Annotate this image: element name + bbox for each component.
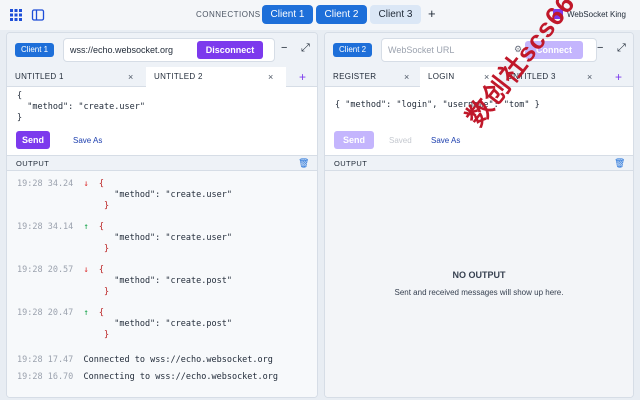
maximize-icon[interactable]: ⤢ <box>301 42 310 55</box>
trash-icon[interactable]: 🗑 <box>614 158 625 169</box>
send-button[interactable]: Send <box>16 131 50 149</box>
minimize-icon[interactable]: − <box>281 42 287 54</box>
grid-icon[interactable] <box>9 8 23 22</box>
editor-line: { <box>17 91 23 101</box>
output-label: OUTPUT <box>334 159 368 168</box>
output-log: NO OUTPUT Sent and received messages wil… <box>325 171 633 397</box>
connection-row: Client 2 WebSocket URL ⚙ Connect − ⤢ <box>325 33 633 67</box>
client-badge: Client 2 <box>333 43 373 57</box>
editor-line: "method": "create.user" <box>17 102 145 112</box>
log-message: 19:28 20.47 ↑ { "method": "create.post" … <box>17 308 232 340</box>
tab-label: LOGIN <box>428 72 455 81</box>
message-body: "method": "create.post" <box>114 276 232 286</box>
add-tab-icon[interactable]: + <box>299 70 306 84</box>
connections-label: CONNECTIONS <box>196 10 261 19</box>
save-as-link[interactable]: Save As <box>431 136 460 145</box>
status-text: Connecting to wss://echo.websocket.org <box>83 372 279 382</box>
empty-state-title: NO OUTPUT <box>452 270 506 280</box>
timestamp: 19:28 34.24 <box>17 179 74 189</box>
tab-client-1[interactable]: Client 1 <box>262 5 313 24</box>
outgoing-arrow-icon: ↑ <box>83 222 89 232</box>
saved-label: Saved <box>389 136 412 145</box>
save-as-link[interactable]: Save As <box>73 136 102 145</box>
timestamp: 19:28 16.70 <box>17 372 74 382</box>
message-body: "method": "create.user" <box>114 233 232 243</box>
client-badge: Client 1 <box>15 43 55 57</box>
message-editor[interactable]: { "method": "create.user"} <box>17 91 145 124</box>
log-message: 19:28 34.24 ↓ { "method": "create.user" … <box>17 179 232 211</box>
tab-label: UNTITLED 1 <box>15 72 64 81</box>
trash-icon[interactable]: 🗑 <box>298 158 309 169</box>
tab-client-3[interactable]: Client 3 <box>370 5 421 24</box>
tab-client-2[interactable]: Client 2 <box>316 5 367 24</box>
send-button[interactable]: Send <box>334 131 374 149</box>
add-connection-icon[interactable]: + <box>428 6 436 21</box>
request-tabs: UNTITLED 1 × UNTITLED 2 × + <box>7 67 317 87</box>
tab-untitled-1[interactable]: UNTITLED 1 × <box>7 67 146 87</box>
output-log: 19:28 34.24 ↓ { "method": "create.user" … <box>7 171 317 397</box>
sidebar-toggle-icon[interactable] <box>31 8 45 22</box>
log-status: 19:28 16.70 Connecting to wss://echo.web… <box>17 372 278 383</box>
close-icon[interactable]: × <box>128 67 134 87</box>
add-tab-icon[interactable]: + <box>615 70 622 84</box>
tab-untitled-2[interactable]: UNTITLED 2 × <box>146 67 286 87</box>
close-icon[interactable]: × <box>587 67 593 87</box>
timestamp: 19:28 34.14 <box>17 222 74 232</box>
timestamp: 19:28 17.47 <box>17 355 74 365</box>
editor-line: } <box>17 113 23 123</box>
timestamp: 19:28 20.47 <box>17 308 74 318</box>
tab-label: REGISTER <box>333 72 377 81</box>
empty-state-subtitle: Sent and received messages will show up … <box>394 288 564 297</box>
log-status: 19:28 17.47 Connected to wss://echo.webs… <box>17 355 273 366</box>
close-icon[interactable]: × <box>268 67 274 87</box>
log-message: 19:28 34.14 ↑ { "method": "create.user" … <box>17 222 232 254</box>
timestamp: 19:28 20.57 <box>17 265 74 275</box>
tab-register[interactable]: REGISTER × <box>325 67 420 87</box>
outgoing-arrow-icon: ↑ <box>83 308 89 318</box>
message-body: "method": "create.post" <box>114 319 232 329</box>
output-header: OUTPUT 🗑 <box>7 155 317 171</box>
url-placeholder: WebSocket URL <box>388 45 455 55</box>
url-value: wss://echo.websocket.org <box>70 45 174 55</box>
tab-label: UNTITLED 2 <box>154 72 203 81</box>
client-1-panel: Client 1 wss://echo.websocket.org Discon… <box>6 32 318 398</box>
maximize-icon[interactable]: ⤢ <box>617 42 626 55</box>
connection-row: Client 1 wss://echo.websocket.org Discon… <box>7 33 317 67</box>
incoming-arrow-icon: ↓ <box>83 265 89 275</box>
minimize-icon[interactable]: − <box>597 42 603 54</box>
incoming-arrow-icon: ↓ <box>83 179 89 189</box>
message-body: "method": "create.user" <box>114 190 232 200</box>
log-message: 19:28 20.57 ↓ { "method": "create.post" … <box>17 265 232 297</box>
close-icon[interactable]: × <box>404 67 410 87</box>
disconnect-button[interactable]: Disconnect <box>197 41 263 59</box>
output-label: OUTPUT <box>16 159 50 168</box>
status-text: Connected to wss://echo.websocket.org <box>83 355 273 365</box>
output-header: OUTPUT 🗑 <box>325 155 633 171</box>
